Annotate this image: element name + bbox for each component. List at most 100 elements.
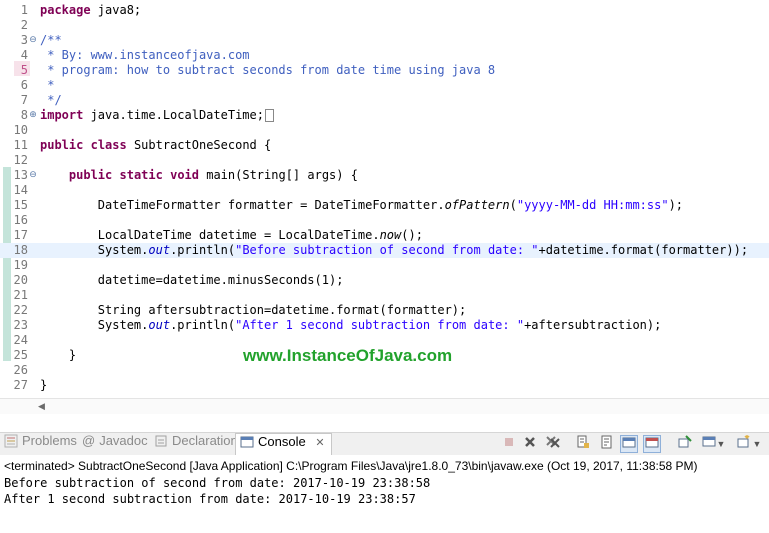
- line-number: 10: [13, 123, 28, 137]
- code-line[interactable]: 22 String aftersubtraction=datetime.form…: [0, 303, 769, 318]
- code-line[interactable]: 17 LocalDateTime datetime = LocalDateTim…: [0, 228, 769, 243]
- code-text: package java8;: [40, 3, 142, 17]
- code-text: System.out.println("Before subtraction o…: [40, 243, 749, 257]
- remove-all-icon[interactable]: [544, 435, 562, 453]
- tab-javadoc-label: Javadoc: [99, 433, 148, 448]
- collapse-fold-icon[interactable]: ⊖: [28, 33, 38, 48]
- folded-import-marker[interactable]: [264, 109, 274, 122]
- code-line[interactable]: 18 System.out.println("Before subtractio…: [0, 243, 769, 258]
- line-number: 6: [20, 78, 28, 92]
- tab-declaration-label: Declaration: [172, 433, 238, 448]
- line-number: 8: [20, 108, 28, 122]
- line-number: 20: [13, 273, 28, 287]
- code-line[interactable]: 13 ⊖ public static void main(String[] arg…: [0, 168, 769, 183]
- tab-javadoc[interactable]: @ Javadoc: [82, 433, 148, 456]
- line-number: 3: [20, 33, 28, 47]
- code-line[interactable]: 1 package java8;: [0, 3, 769, 18]
- code-line[interactable]: 23 System.out.println("After 1 second su…: [0, 318, 769, 333]
- code-line[interactable]: 14: [0, 183, 769, 198]
- close-icon[interactable]: ✕: [315, 437, 324, 449]
- code-text: *: [40, 78, 55, 92]
- code-line[interactable]: 10: [0, 123, 769, 138]
- show-on-stdout-icon[interactable]: [620, 435, 638, 453]
- code-text: */: [40, 93, 62, 107]
- code-line[interactable]: 8 ⊕ import java.time.LocalDateTime;: [0, 108, 769, 123]
- dropdown-icon[interactable]: ▼: [716, 435, 726, 453]
- line-number: 27: [13, 378, 28, 392]
- code-line[interactable]: 2: [0, 18, 769, 33]
- code-line[interactable]: 4 * By: www.instanceofjava.com: [0, 48, 769, 63]
- code-line[interactable]: 6 *: [0, 78, 769, 93]
- line-number: 21: [13, 288, 28, 302]
- tab-problems-label: Problems: [22, 433, 77, 448]
- code-text: import java.time.LocalDateTime;: [40, 108, 274, 123]
- remove-launch-icon[interactable]: [521, 435, 539, 453]
- horizontal-scrollbar[interactable]: ◀: [0, 398, 769, 415]
- code-text: /**: [40, 33, 62, 47]
- line-number: 19: [13, 258, 28, 272]
- code-line[interactable]: 19: [0, 258, 769, 273]
- expand-fold-icon[interactable]: ⊕: [28, 108, 38, 123]
- collapse-fold-icon[interactable]: ⊖: [28, 168, 38, 183]
- tab-declaration[interactable]: Declaration: [154, 433, 238, 456]
- declaration-icon: [155, 435, 167, 447]
- code-text: LocalDateTime datetime = LocalDateTime.n…: [40, 228, 423, 242]
- show-on-stderr-icon[interactable]: [643, 435, 661, 453]
- line-number: 7: [20, 93, 28, 107]
- line-number: 18: [13, 243, 28, 257]
- scroll-left-icon[interactable]: ◀: [38, 401, 45, 412]
- code-text: String aftersubtraction=datetime.format(…: [40, 303, 467, 317]
- code-text: }: [40, 348, 77, 362]
- terminated-status: <terminated> SubtractOneSecond [Java App…: [4, 459, 698, 473]
- line-number: 5: [20, 63, 28, 77]
- console-line: After 1 second subtraction from date: 20…: [4, 492, 416, 506]
- line-number: 15: [13, 198, 28, 212]
- line-number: 26: [13, 363, 28, 377]
- line-number: 11: [13, 138, 28, 152]
- code-text: * By: www.instanceofjava.com: [40, 48, 250, 62]
- line-number: 17: [13, 228, 28, 242]
- open-console-icon[interactable]: [734, 435, 752, 453]
- tab-console-label: Console: [258, 434, 306, 449]
- line-number: 25: [13, 348, 28, 362]
- line-number: 1: [20, 3, 28, 17]
- code-text: System.out.println("After 1 second subtr…: [40, 318, 662, 332]
- code-text: public class SubtractOneSecond {: [40, 138, 272, 152]
- code-line[interactable]: 27}: [0, 378, 769, 393]
- line-number: 12: [13, 153, 28, 167]
- code-line[interactable]: 16: [0, 213, 769, 228]
- code-line[interactable]: 12: [0, 153, 769, 168]
- watermark-text: www.InstanceOfJava.com: [243, 346, 453, 365]
- line-number: 23: [13, 318, 28, 332]
- code-line[interactable]: 11 public class SubtractOneSecond {: [0, 138, 769, 153]
- console-output[interactable]: <terminated> SubtractOneSecond [Java App…: [0, 455, 769, 533]
- code-line[interactable]: 5 * program: how to subtract seconds fro…: [0, 63, 769, 78]
- code-text: public static void main(String[] args) {: [68, 168, 358, 182]
- code-line[interactable]: 7 */: [0, 93, 769, 108]
- code-line[interactable]: 21: [0, 288, 769, 303]
- panel-separator: [0, 414, 769, 432]
- code-line[interactable]: 20 datetime=datetime.minusSeconds(1);: [0, 273, 769, 288]
- dropdown-icon[interactable]: ▼: [752, 435, 762, 453]
- problems-icon: [4, 434, 18, 448]
- line-number: 4: [20, 48, 28, 62]
- terminate-icon[interactable]: [500, 435, 518, 453]
- scroll-lock-icon[interactable]: [574, 435, 592, 453]
- line-number: 16: [13, 213, 28, 227]
- pin-console-icon[interactable]: [676, 435, 694, 453]
- code-line[interactable]: 3 ⊖/**: [0, 33, 769, 48]
- word-wrap-icon[interactable]: [598, 435, 616, 453]
- line-number: 22: [13, 303, 28, 317]
- line-number: 14: [13, 183, 28, 197]
- code-text: DateTimeFormatter formatter = DateTimeFo…: [40, 198, 684, 212]
- line-number: 24: [13, 333, 28, 347]
- code-text: * program: how to subtract seconds from …: [40, 63, 496, 77]
- tab-problems[interactable]: Problems: [4, 433, 77, 456]
- code-line[interactable]: 15 DateTimeFormatter formatter = DateTim…: [0, 198, 769, 213]
- code-editor[interactable]: 1 package java8; 2 3 ⊖/** 4 * By: www.instanc…: [0, 0, 769, 398]
- tab-console[interactable]: Console ✕: [235, 433, 332, 456]
- code-text: }: [40, 378, 48, 392]
- console-line: Before subtraction of second from date: …: [4, 476, 431, 490]
- line-number: 13: [13, 168, 28, 182]
- line-number: 2: [20, 18, 28, 32]
